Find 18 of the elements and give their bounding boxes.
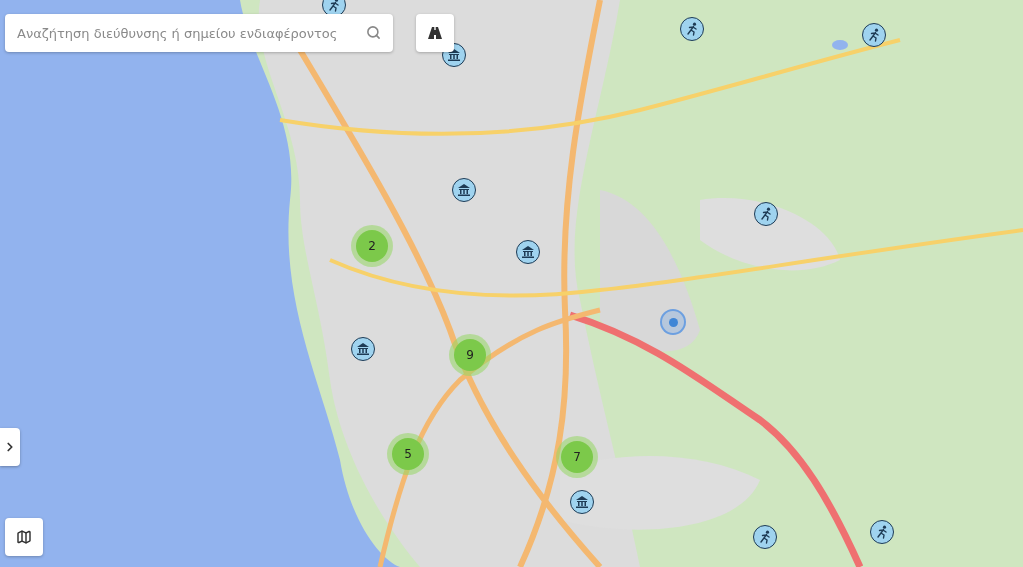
panel-toggle-button[interactable] (0, 428, 20, 466)
runner-icon (327, 0, 341, 12)
runner-icon (759, 207, 773, 221)
location-marker (660, 309, 686, 335)
runner-icon (758, 530, 772, 544)
runner-icon (875, 525, 889, 539)
museum-icon (521, 245, 535, 259)
museum-icon (457, 183, 471, 197)
runner-icon (867, 28, 881, 42)
search-field[interactable]: Αναζήτηση διεύθυνσης ή σημείου ενδιαφέροντος (5, 14, 393, 52)
road-icon (428, 27, 442, 39)
road-button[interactable] (416, 14, 454, 52)
runner-icon (685, 22, 699, 36)
museum-icon (575, 495, 589, 509)
map-layers-button[interactable] (5, 518, 43, 556)
map-icon (16, 529, 32, 545)
museum-icon (356, 342, 370, 356)
search-icon (366, 25, 381, 40)
